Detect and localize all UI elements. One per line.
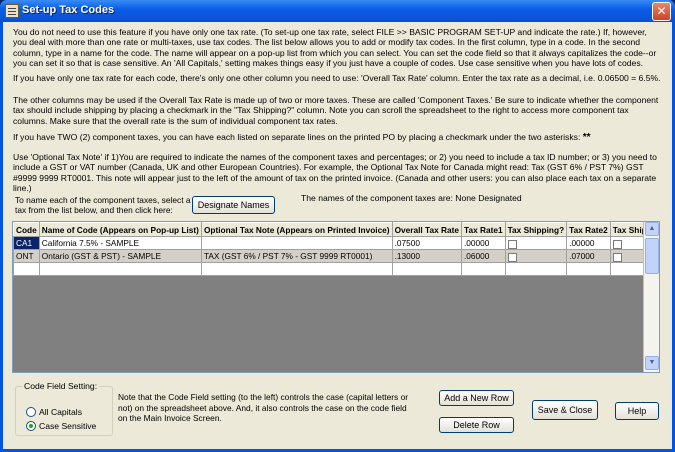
cell-ship1[interactable] (504, 249, 568, 263)
cell-rate1[interactable]: .00000 (461, 236, 506, 250)
scroll-thumb[interactable] (645, 238, 659, 274)
col-header-name[interactable]: Name of Code (Appears on Pop-up List) (38, 222, 202, 237)
ship1-checkbox[interactable] (507, 252, 517, 262)
instruction-paragraph-4: If you have TWO (2) component taxes, you… (13, 132, 663, 143)
col-header-code[interactable]: Code (13, 222, 40, 237)
table-row[interactable]: CA1 California 7.5% - SAMPLE .07500 .000… (13, 236, 659, 250)
table-row[interactable]: ONT Ontario (GST & PST) - SAMPLE TAX (GS… (13, 249, 659, 263)
app-icon (5, 4, 19, 18)
instruction-paragraph-2: If you have only one tax rate for each c… (13, 73, 661, 83)
instruction-paragraph-5: Use 'Optional Tax Note' if 1)You are req… (13, 152, 657, 194)
cell-rate1[interactable]: .06000 (461, 249, 506, 263)
radio-button-icon[interactable] (26, 421, 36, 431)
designate-instructions: To name each of the component taxes, sel… (15, 195, 191, 215)
close-button[interactable]: ✕ (652, 2, 671, 21)
ship2-checkbox[interactable] (612, 239, 622, 249)
code-field-note: Note that the Code Field setting (to the… (118, 392, 409, 424)
instruction-paragraph-1: You do not need to use this feature if y… (13, 27, 657, 69)
instruction-paragraph-3: The other columns may be used if the Ove… (13, 95, 659, 126)
radio-case-sensitive[interactable]: Case Sensitive (26, 419, 96, 431)
ship1-checkbox[interactable] (507, 239, 517, 249)
title-bar[interactable]: Set-up Tax Codes ✕ (0, 0, 675, 22)
tax-codes-table: Code Name of Code (Appears on Pop-up Lis… (13, 222, 659, 276)
cell-overall-rate[interactable]: .07500 (391, 236, 463, 250)
scroll-down-icon[interactable]: ▼ (645, 356, 659, 370)
cell-empty[interactable] (391, 262, 463, 276)
cell-name[interactable]: California 7.5% - SAMPLE (38, 236, 202, 250)
tax-codes-window: Set-up Tax Codes ✕ You do not need to us… (0, 0, 675, 452)
col-header-note[interactable]: Optional Tax Note (Appears on Printed In… (200, 222, 393, 237)
help-button[interactable]: Help (615, 402, 659, 420)
vertical-scrollbar[interactable]: ▲ ▼ (643, 222, 659, 372)
table-row-empty[interactable] (13, 262, 659, 276)
cell-empty[interactable] (504, 262, 568, 276)
col-header-ship1[interactable]: Tax Shipping? (504, 222, 568, 237)
cell-empty[interactable] (461, 262, 506, 276)
instruction-paragraph-4-text: If you have TWO (2) component taxes, you… (13, 132, 581, 142)
radio-label: Case Sensitive (39, 421, 97, 431)
cell-empty[interactable] (566, 262, 611, 276)
cell-ship1[interactable] (504, 236, 568, 250)
save-close-button[interactable]: Save & Close (532, 400, 598, 420)
delete-row-button[interactable]: Delete Row (439, 417, 514, 433)
radio-label: All Capitals (39, 407, 82, 417)
dialog-body: You do not need to use this feature if y… (3, 22, 672, 449)
col-header-rate1[interactable]: Tax Rate1 (461, 222, 506, 237)
cell-note[interactable] (200, 236, 393, 250)
header-row: Code Name of Code (Appears on Pop-up Lis… (13, 222, 659, 237)
cell-empty[interactable] (38, 262, 202, 276)
cell-rate2[interactable]: .07000 (566, 249, 611, 263)
scroll-up-icon[interactable]: ▲ (645, 222, 659, 236)
tax-codes-spreadsheet[interactable]: Code Name of Code (Appears on Pop-up Lis… (12, 221, 660, 373)
cell-overall-rate[interactable]: .13000 (391, 249, 463, 263)
cell-empty[interactable] (13, 262, 40, 276)
window-title: Set-up Tax Codes (22, 4, 115, 16)
radio-all-capitals[interactable]: All Capitals (26, 405, 82, 417)
col-header-overall-rate[interactable]: Overall Tax Rate (391, 222, 463, 237)
add-row-button[interactable]: Add a New Row (439, 390, 514, 406)
component-names-status: The names of the component taxes are: No… (301, 193, 522, 203)
asterisks-marker: ** (582, 132, 591, 143)
designate-names-button[interactable]: Designate Names (192, 196, 275, 214)
code-field-setting-group: Code Field Setting: All Capitals Case Se… (15, 381, 113, 436)
radio-button-icon[interactable] (26, 407, 36, 417)
col-header-rate2[interactable]: Tax Rate2 (566, 222, 611, 237)
ship2-checkbox[interactable] (612, 252, 622, 262)
cell-rate2[interactable]: .00000 (566, 236, 611, 250)
cell-name[interactable]: Ontario (GST & PST) - SAMPLE (38, 249, 202, 263)
cell-note[interactable]: TAX (GST 6% / PST 7% - GST 9999 RT0001) (200, 249, 393, 263)
cell-code[interactable]: ONT (13, 249, 40, 263)
cell-empty[interactable] (200, 262, 393, 276)
code-field-setting-title: Code Field Setting: (22, 381, 100, 391)
cell-code[interactable]: CA1 (13, 236, 40, 250)
